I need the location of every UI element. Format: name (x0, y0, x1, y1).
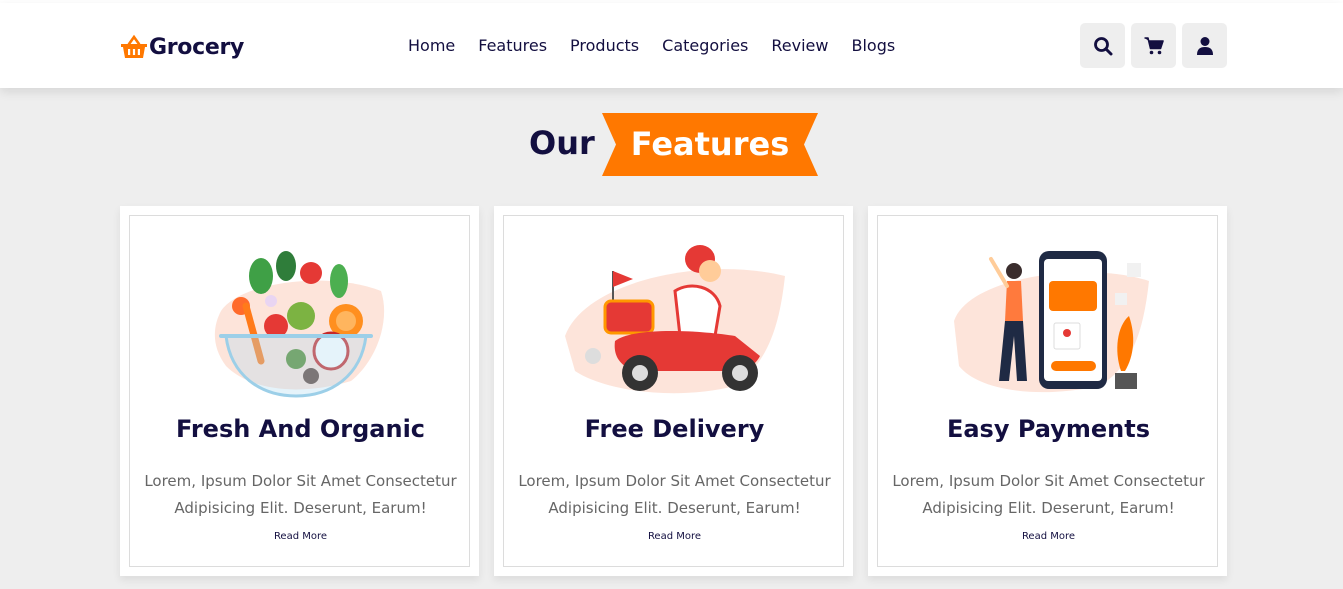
mobile-payment-illustration (878, 241, 1219, 401)
nav-review[interactable]: Review (771, 36, 828, 55)
heading-prefix: Our (529, 124, 595, 162)
feature-card: Free Delivery Lorem, Ipsum Dolor Sit Ame… (494, 206, 853, 576)
shopping-basket-icon (121, 34, 147, 58)
search-button[interactable] (1080, 23, 1125, 68)
account-button[interactable] (1182, 23, 1227, 68)
cart-button[interactable] (1131, 23, 1176, 68)
feature-card: Fresh And Organic Lorem, Ipsum Dolor Sit… (120, 206, 479, 576)
feature-card: Easy Payments Lorem, Ipsum Dolor Sit Ame… (868, 206, 1227, 576)
feature-card-inner: Free Delivery Lorem, Ipsum Dolor Sit Ame… (503, 215, 844, 567)
brand-name: Grocery (149, 34, 245, 60)
nav-products[interactable]: Products (570, 36, 639, 55)
read-more-link[interactable]: Read More (504, 531, 845, 542)
brand-logo[interactable]: Grocery (120, 31, 244, 63)
nav-categories[interactable]: Categories (662, 36, 748, 55)
heading-highlight: Features (630, 125, 790, 163)
nav-blogs[interactable]: Blogs (851, 36, 895, 55)
feature-description: Lorem, Ipsum Dolor Sit Amet Consectetur … (144, 472, 457, 517)
salad-bowl-illustration (130, 241, 471, 401)
section-heading: Our Features (0, 110, 1343, 180)
heading-ribbon: Features (602, 113, 818, 176)
site-header: Grocery Home Features Products Categorie… (0, 3, 1343, 88)
feature-description: Lorem, Ipsum Dolor Sit Amet Consectetur … (892, 472, 1205, 517)
scooter-delivery-illustration (504, 241, 845, 401)
read-more-link[interactable]: Read More (130, 531, 471, 542)
user-icon (1196, 36, 1213, 55)
header-actions (1080, 23, 1233, 68)
read-more-link[interactable]: Read More (878, 531, 1219, 542)
feature-description: Lorem, Ipsum Dolor Sit Amet Consectetur … (518, 472, 831, 517)
nav-home[interactable]: Home (408, 36, 455, 55)
feature-title: Easy Payments (946, 415, 1151, 443)
feature-card-inner: Fresh And Organic Lorem, Ipsum Dolor Sit… (129, 215, 470, 567)
feature-title: Fresh And Organic (175, 415, 426, 443)
feature-card-inner: Easy Payments Lorem, Ipsum Dolor Sit Ame… (877, 215, 1218, 567)
main-nav: Home Features Products Categories Review… (408, 36, 918, 55)
cart-icon (1144, 36, 1164, 54)
nav-features[interactable]: Features (478, 36, 547, 55)
feature-title: Free Delivery (584, 415, 765, 443)
search-icon (1093, 36, 1112, 55)
